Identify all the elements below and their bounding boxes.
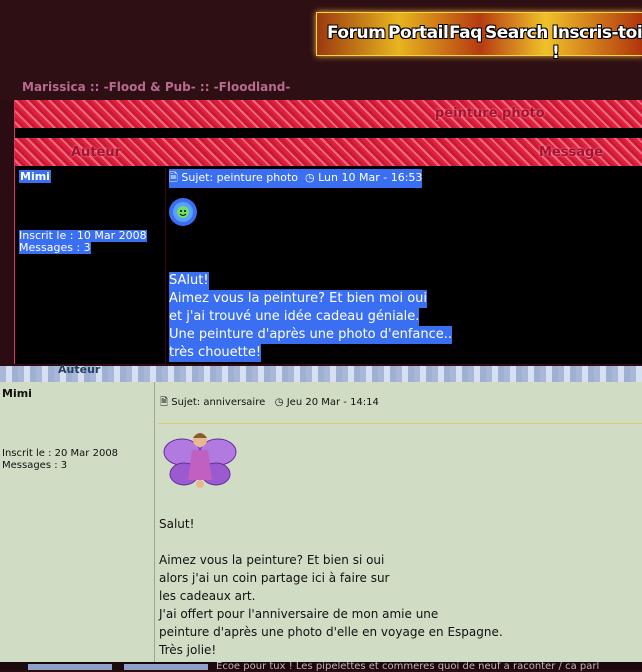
post-1-author-info: Inscrit le : 10 Mar 2008 Messages : 3 [19, 230, 147, 254]
post-2-date: Jeu 20 Mar - 14:14 [286, 397, 379, 408]
post-2-line: Salut! [159, 517, 195, 531]
nav-forum-link[interactable]: Forum [327, 23, 386, 43]
clock-icon: ◷ [274, 397, 284, 408]
post-1-date: Lun 10 Mar - 16:53 [318, 171, 423, 184]
post-2: Mimi Inscrit le : 20 Mar 2008 Messages :… [0, 382, 642, 662]
author-header-band: Auteur [0, 363, 642, 382]
nav-banner: Forum Portail Faq Search Inscris-toi ! [316, 12, 642, 63]
post-2-message-count: Messages : 3 [2, 460, 68, 471]
post-2-meta: 🗎 Sujet: anniversaire ◷ Jeu 20 Mar - 14:… [160, 395, 379, 412]
post-2-author-cell: Mimi Inscrit le : 20 Mar 2008 Messages :… [0, 382, 155, 662]
post-2-author-info: Inscrit le : 20 Mar 2008 Messages : 3 [2, 448, 118, 472]
post-2-divider [158, 423, 642, 424]
topic-title[interactable]: peinture photo [435, 106, 545, 121]
fairy-image [162, 430, 238, 492]
post-2-line: peinture d'après une photo d'elle en voy… [159, 625, 503, 639]
nav-faq-link[interactable]: Faq [449, 23, 482, 43]
new-topic-button[interactable] [28, 664, 112, 670]
post-2-line: les cadeaux art. [159, 589, 256, 603]
post-icon: 🗎 [169, 171, 178, 184]
nav-register-link[interactable]: Inscris-toi ! [552, 23, 642, 63]
message-column-header: Message [539, 145, 604, 160]
reply-button[interactable] [124, 664, 208, 670]
clock-icon: ◷ [305, 171, 315, 184]
post-2-line: Aimez vous la peinture? Et bien si oui [159, 553, 385, 567]
topic-title-bar: peinture photo [15, 100, 642, 128]
post-1-line: Une peinture d'après une photo d'enfance… [169, 326, 453, 344]
post-1-line: SAlut! [169, 272, 209, 290]
post-2-joined: Inscrit le : 20 Mar 2008 [2, 448, 119, 459]
topic-table: peinture photo Auteur Message Mimi Inscr… [14, 100, 642, 364]
nav-search-link[interactable]: Search [485, 23, 548, 43]
table-header-row: Auteur Message [15, 138, 642, 166]
nav-portail-link[interactable]: Portail [388, 23, 449, 43]
breadcrumb[interactable]: Marissica :: -Flood & Pub- :: -Floodland… [22, 80, 290, 94]
post-2-author-name[interactable]: Mimi [2, 387, 32, 400]
post-1: Mimi Inscrit le : 10 Mar 2008 Messages :… [15, 168, 642, 364]
post-2-line: Très jolie! [159, 643, 217, 657]
post-1-subject[interactable]: Sujet: peinture photo [181, 171, 298, 184]
post-icon: 🗎 [160, 397, 169, 408]
post-1-author-name[interactable]: Mimi [19, 170, 51, 183]
post-2-subject[interactable]: Sujet: anniversaire [171, 397, 265, 408]
author-column-header: Auteur [71, 145, 122, 160]
post-1-line: et j'ai trouvé une idée cadeau géniale. [169, 308, 420, 326]
next-topic-link[interactable]: Ecoe pour tux ! Les pipelettes et commer… [216, 661, 599, 672]
post-1-line: très chouette! [169, 344, 262, 362]
post-2-line: J'ai offert pour l'anniversaire de mon a… [159, 607, 439, 621]
post-1-text: SAlut! Aimez vous la peinture? Et bien m… [169, 272, 453, 362]
post-1-line: Aimez vous la peinture? Et bien moi oui [169, 290, 427, 308]
post-1-message-count: Messages : 3 [19, 241, 91, 254]
post-1-author-cell: Mimi Inscrit le : 10 Mar 2008 Messages :… [15, 168, 166, 364]
author-column-header-2: Auteur [58, 363, 101, 376]
post-1-meta: 🗎 Sujet: peinture photo ◷ Lun 10 Mar - 1… [169, 169, 423, 188]
post-2-text: Salut! Aimez vous la peinture? Et bien s… [159, 515, 503, 659]
flower-smiley-icon [169, 198, 197, 226]
post-1-body-cell: 🗎 Sujet: peinture photo ◷ Lun 10 Mar - 1… [169, 168, 642, 364]
post-2-line: alors j'ai un coin partage ici à faire s… [159, 571, 390, 585]
